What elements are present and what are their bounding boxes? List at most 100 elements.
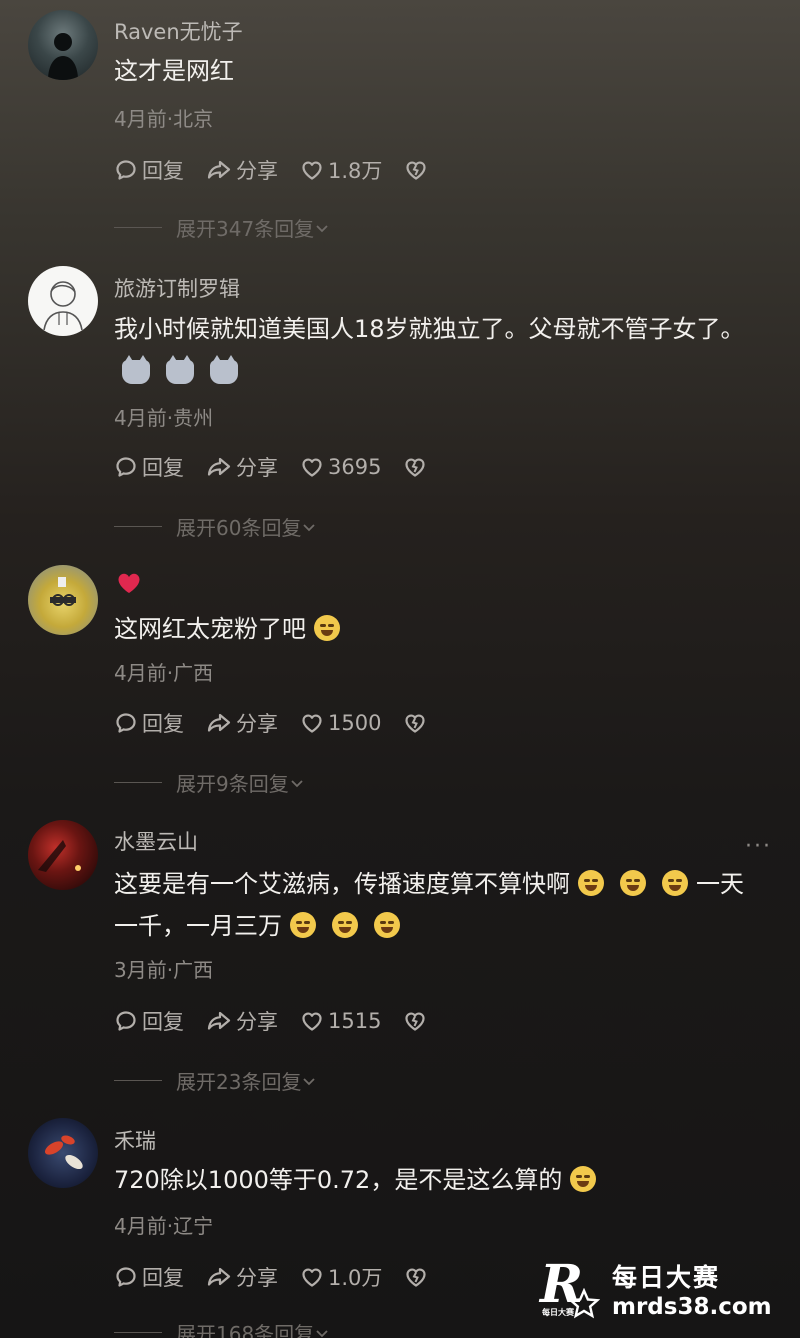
action-bar: 回复 分享 1515 — [114, 1006, 453, 1036]
share-label: 分享 — [236, 1010, 278, 1034]
comment-text: 这网红太宠粉了吧 — [114, 608, 770, 650]
comment-meta: 4月前·广西 — [114, 661, 214, 685]
expand-replies[interactable]: 展开60条回复 — [114, 512, 317, 541]
comment-text-content: 720除以1000等于0.72，是不是这么算的 — [114, 1166, 563, 1194]
share-button[interactable]: 分享 — [206, 452, 278, 482]
like-count: 1.8万 — [328, 159, 383, 183]
expand-replies[interactable]: 展开347条回复 — [114, 213, 330, 242]
laughing-emoji-icon — [662, 870, 688, 896]
expand-replies[interactable]: 展开9条回复 — [114, 768, 305, 797]
comment-icon — [114, 711, 138, 735]
comment-meta: 4月前·北京 — [114, 107, 214, 131]
expand-label: 展开60条回复 — [176, 516, 302, 540]
dislike-icon — [403, 455, 427, 479]
expand-replies[interactable]: 展开23条回复 — [114, 1066, 317, 1095]
expand-label: 展开9条回复 — [176, 772, 289, 796]
reply-button[interactable]: 回复 — [114, 708, 184, 738]
action-bar: 回复 分享 1.8万 — [114, 155, 454, 185]
expand-replies[interactable]: 展开168条回复 — [114, 1318, 330, 1338]
like-icon — [300, 455, 324, 479]
action-bar: 回复 分享 1.0万 — [114, 1262, 454, 1292]
comment-meta: 4月前·辽宁 — [114, 1214, 214, 1238]
avatar[interactable] — [28, 565, 98, 635]
username[interactable]: 水墨云山 — [114, 826, 198, 856]
username[interactable]: 旅游订制罗辑 — [114, 273, 240, 303]
share-label: 分享 — [236, 159, 278, 183]
cat-emoji-icon — [166, 355, 194, 384]
divider — [114, 1332, 162, 1333]
comment-text: 这要是有一个艾滋病，传播速度算不算快啊 一天 一千，一月三万 — [114, 863, 770, 947]
laughing-emoji-icon — [620, 870, 646, 896]
share-label: 分享 — [236, 1266, 278, 1290]
dislike-icon — [403, 711, 427, 735]
watermark-logo: R 每日大赛 — [540, 1254, 606, 1324]
share-button[interactable]: 分享 — [206, 1006, 278, 1036]
share-button[interactable]: 分享 — [206, 155, 278, 185]
star-icon — [568, 1288, 600, 1319]
more-options-icon[interactable]: ··· — [745, 834, 772, 859]
laughing-emoji-icon — [290, 912, 316, 938]
divider — [114, 782, 162, 783]
username[interactable]: 禾瑞 — [114, 1125, 156, 1155]
avatar[interactable] — [28, 10, 98, 80]
avatar[interactable] — [28, 820, 98, 890]
share-button[interactable]: 分享 — [206, 1262, 278, 1292]
comment-meta: 4月前·贵州 — [114, 406, 214, 430]
reply-button[interactable]: 回复 — [114, 155, 184, 185]
like-icon — [300, 158, 324, 182]
cat-emoji-icon — [122, 355, 150, 384]
expand-label: 展开168条回复 — [176, 1322, 315, 1338]
share-icon — [206, 1009, 232, 1033]
share-icon — [206, 1265, 232, 1289]
like-icon — [300, 1009, 324, 1033]
reply-button[interactable]: 回复 — [114, 1006, 184, 1036]
dislike-icon — [403, 1009, 427, 1033]
divider — [114, 227, 162, 228]
watermark-title: 每日大赛 — [612, 1263, 721, 1292]
chevron-down-icon — [301, 519, 317, 535]
dislike-button[interactable] — [404, 1265, 432, 1289]
dislike-icon — [404, 158, 428, 182]
comment-meta: 3月前·广西 — [114, 958, 214, 982]
dislike-button[interactable] — [403, 711, 431, 735]
comment-text-line1: 这要是有一个艾滋病，传播速度算不算快啊 — [114, 870, 570, 898]
like-button[interactable]: 1.0万 — [300, 1262, 382, 1292]
chevron-down-icon — [301, 1073, 317, 1089]
divider — [114, 1080, 162, 1081]
like-button[interactable]: 1500 — [300, 711, 381, 735]
dislike-button[interactable] — [404, 158, 432, 182]
avatar[interactable] — [28, 1118, 98, 1188]
reply-button[interactable]: 回复 — [114, 1262, 184, 1292]
share-label: 分享 — [236, 456, 278, 480]
share-icon — [206, 455, 232, 479]
like-button[interactable]: 1515 — [300, 1009, 381, 1033]
username[interactable]: Raven无忧子 — [114, 16, 243, 46]
chevron-down-icon — [314, 220, 330, 236]
like-button[interactable]: 3695 — [300, 455, 381, 479]
comment-text-line1b: 一天 — [696, 870, 744, 898]
comment-text: 我小时候就知道美国人18岁就独立了。父母就不管子女了。 — [114, 315, 745, 343]
cat-emoji-icon — [210, 355, 238, 384]
reply-label: 回复 — [142, 712, 184, 736]
emoji-row — [122, 355, 254, 388]
expand-label: 展开347条回复 — [176, 217, 315, 241]
action-bar: 回复 分享 3695 — [114, 452, 453, 482]
avatar[interactable] — [28, 266, 98, 336]
like-count: 1515 — [328, 1009, 382, 1033]
dislike-button[interactable] — [403, 455, 431, 479]
like-count: 1500 — [328, 711, 382, 735]
expand-label: 展开23条回复 — [176, 1070, 302, 1094]
watermark-url: mrds38.com — [612, 1294, 772, 1320]
reply-label: 回复 — [142, 1266, 184, 1290]
laughing-emoji-icon — [332, 912, 358, 938]
comment-text: 这才是网红 — [114, 57, 234, 85]
like-button[interactable]: 1.8万 — [300, 155, 382, 185]
like-count: 1.0万 — [328, 1266, 383, 1290]
chevron-down-icon — [314, 1325, 330, 1338]
dislike-button[interactable] — [403, 1009, 431, 1033]
share-button[interactable]: 分享 — [206, 708, 278, 738]
comment-icon — [114, 158, 138, 182]
reply-button[interactable]: 回复 — [114, 452, 184, 482]
laughing-emoji-icon — [578, 870, 604, 896]
chevron-down-icon — [289, 775, 305, 791]
